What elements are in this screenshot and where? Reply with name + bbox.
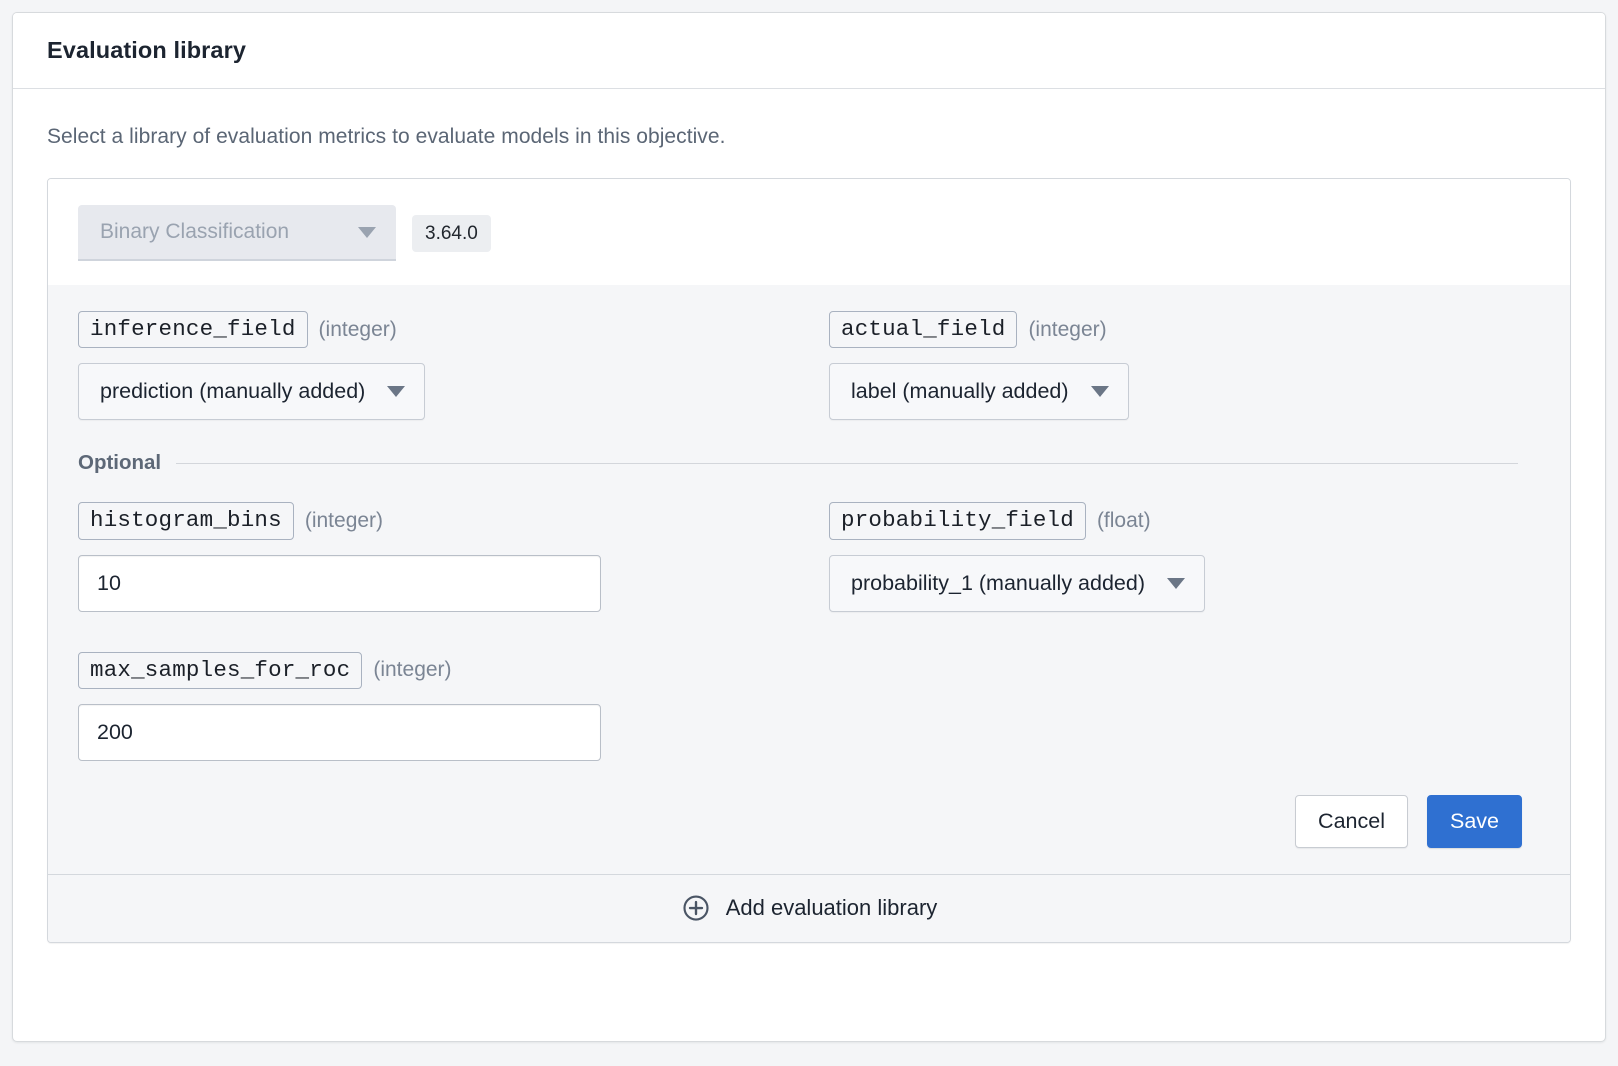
param-type: (float) xyxy=(1096,508,1151,532)
param-name: histogram_bins xyxy=(78,502,294,540)
param-name: probability_field xyxy=(829,502,1086,540)
library-version-badge: 3.64.0 xyxy=(412,214,491,252)
optional-params-row-1: histogram_bins (integer) 10 probability_… xyxy=(78,502,1540,612)
inference-field-select[interactable]: prediction (manually added) xyxy=(78,363,426,421)
histogram-bins-input[interactable]: 10 xyxy=(78,554,601,612)
library-card-header: Binary Classification 3.64.0 xyxy=(48,179,1570,285)
param-inference-field: inference_field (integer) prediction (ma… xyxy=(78,311,809,421)
chevron-down-icon xyxy=(358,226,376,238)
optional-label: Optional xyxy=(78,451,162,475)
probability-field-select[interactable]: probability_1 (manually added) xyxy=(829,554,1206,612)
add-evaluation-library-label: Add evaluation library xyxy=(725,895,938,921)
param-name: actual_field xyxy=(829,311,1018,349)
param-actual-field: actual_field (integer) label (manually a… xyxy=(809,311,1540,421)
cancel-button[interactable]: Cancel xyxy=(1295,794,1408,848)
param-probability-field: probability_field (float) probability_1 … xyxy=(809,502,1540,612)
required-params-row: inference_field (integer) prediction (ma… xyxy=(78,311,1540,421)
param-label-line: inference_field (integer) xyxy=(78,311,789,349)
optional-section-divider: Optional xyxy=(78,451,1540,475)
intro-text: Select a library of evaluation metrics t… xyxy=(47,125,726,148)
param-label-line: probability_field (float) xyxy=(829,502,1540,540)
panel-body: Select a library of evaluation metrics t… xyxy=(13,89,1605,943)
param-name: max_samples_for_roc xyxy=(78,651,363,689)
page-title: Evaluation library xyxy=(47,37,247,63)
param-max-samples-for-roc: max_samples_for_roc (integer) 200 xyxy=(78,651,809,761)
save-button[interactable]: Save xyxy=(1426,794,1522,848)
chevron-down-icon xyxy=(387,386,406,398)
param-label-line: actual_field (integer) xyxy=(829,311,1540,349)
chevron-down-icon xyxy=(1091,386,1109,398)
param-label-line: histogram_bins (integer) xyxy=(78,502,789,540)
optional-params-row-2: max_samples_for_roc (integer) 200 xyxy=(78,651,1540,761)
inference-field-value: prediction (manually added) xyxy=(100,379,366,404)
add-evaluation-library-button[interactable]: Add evaluation library xyxy=(48,873,1570,942)
divider-line xyxy=(176,462,1518,464)
param-label-line: max_samples_for_roc (integer) xyxy=(78,651,789,689)
param-name: inference_field xyxy=(78,311,308,349)
param-type: (integer) xyxy=(318,317,397,341)
library-card: Binary Classification 3.64.0 inference_f… xyxy=(47,178,1571,943)
panel-header: Evaluation library xyxy=(13,13,1605,89)
evaluation-library-panel: Evaluation library Select a library of e… xyxy=(12,12,1606,1042)
chevron-down-icon xyxy=(1167,577,1186,589)
form-actions: Cancel Save xyxy=(78,794,1540,848)
param-type: (integer) xyxy=(1028,317,1107,341)
empty-cell xyxy=(809,652,1540,761)
library-type-select[interactable]: Binary Classification xyxy=(78,205,396,261)
plus-circle-icon xyxy=(683,895,709,921)
param-type: (integer) xyxy=(304,508,384,532)
library-card-body: inference_field (integer) prediction (ma… xyxy=(48,285,1570,874)
param-histogram-bins: histogram_bins (integer) 10 xyxy=(78,502,809,612)
actual-field-value: label (manually added) xyxy=(851,379,1069,404)
max-samples-for-roc-input[interactable]: 200 xyxy=(78,703,601,761)
library-type-value: Binary Classification xyxy=(100,220,290,243)
param-type: (integer) xyxy=(373,658,452,682)
row-spacer xyxy=(78,612,1540,652)
probability-field-value: probability_1 (manually added) xyxy=(851,570,1146,595)
actual-field-select[interactable]: label (manually added) xyxy=(829,363,1129,421)
